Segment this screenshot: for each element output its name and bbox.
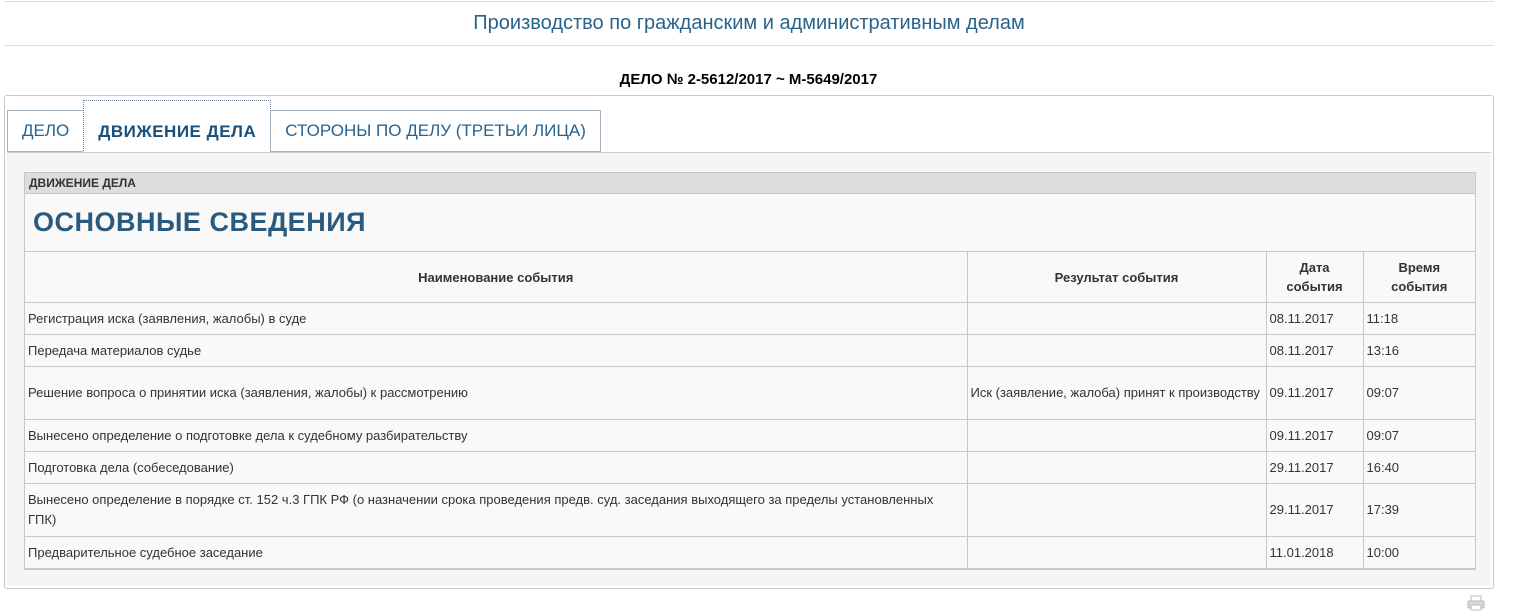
table-row: Вынесено определение в порядке ст. 152 ч… xyxy=(25,483,1475,537)
table-row: Подготовка дела (собеседование) 29.11.20… xyxy=(25,451,1475,484)
case-movement-section: ДВИЖЕНИЕ ДЕЛА ОСНОВНЫЕ СВЕДЕНИЯ Наименов… xyxy=(24,172,1476,570)
table-header-row: Наименование события Результат события Д… xyxy=(25,252,1475,303)
page-title: Производство по гражданским и администра… xyxy=(473,12,1025,34)
column-header-event-time-label: Время события xyxy=(1391,260,1448,294)
event-name-cell: Передача материалов судье xyxy=(25,334,968,367)
event-result-cell xyxy=(966,483,1267,537)
event-time-cell: 09:07 xyxy=(1362,366,1475,420)
tab-case-movement[interactable]: ДВИЖЕНИЕ ДЕЛА xyxy=(83,100,272,153)
event-time-cell: 17:39 xyxy=(1362,483,1475,537)
event-time-cell: 11:18 xyxy=(1362,302,1475,335)
event-time-cell: 09:07 xyxy=(1362,419,1475,452)
table-row: Вынесено определение о подготовке дела к… xyxy=(25,419,1475,452)
print-icon[interactable] xyxy=(1467,595,1485,611)
tab-content: ДВИЖЕНИЕ ДЕЛА ОСНОВНЫЕ СВЕДЕНИЯ Наименов… xyxy=(7,152,1491,586)
column-header-event-result: Результат события xyxy=(966,252,1267,303)
table-row: Передача материалов судье 08.11.2017 13:… xyxy=(25,334,1475,367)
table-row: Решение вопроса о принятии иска (заявлен… xyxy=(25,366,1475,420)
event-result-cell: Иск (заявление, жалоба) принят к произво… xyxy=(966,366,1267,420)
section-bar-label: ДВИЖЕНИЕ ДЕЛА xyxy=(25,173,1475,194)
column-header-event-date-label: Дата события xyxy=(1286,260,1343,294)
event-date-cell: 08.11.2017 xyxy=(1265,334,1364,367)
column-header-event-date: Дата события xyxy=(1265,252,1364,303)
event-name-cell: Решение вопроса о принятии иска (заявлен… xyxy=(25,366,968,420)
section-heading: ОСНОВНЫЕ СВЕДЕНИЯ xyxy=(25,194,1475,252)
page-header: Производство по гражданским и администра… xyxy=(4,1,1494,46)
event-result-cell xyxy=(966,334,1267,367)
event-name-cell: Регистрация иска (заявления, жалобы) в с… xyxy=(25,302,968,335)
events-table: Наименование события Результат события Д… xyxy=(25,252,1475,569)
case-panel: ДЕЛО ДВИЖЕНИЕ ДЕЛА СТОРОНЫ ПО ДЕЛУ (ТРЕТ… xyxy=(4,95,1494,589)
event-name-cell: Предварительное судебное заседание xyxy=(25,536,968,569)
event-date-cell: 09.11.2017 xyxy=(1265,366,1364,420)
event-result-cell xyxy=(966,536,1267,569)
event-time-cell: 13:16 xyxy=(1362,334,1475,367)
event-date-cell: 29.11.2017 xyxy=(1265,483,1364,537)
column-header-event-time: Время события xyxy=(1362,252,1475,303)
event-date-cell: 09.11.2017 xyxy=(1265,419,1364,452)
event-name-cell: Вынесено определение в порядке ст. 152 ч… xyxy=(25,483,968,537)
table-row: Регистрация иска (заявления, жалобы) в с… xyxy=(25,302,1475,335)
event-name-cell: Вынесено определение о подготовке дела к… xyxy=(25,419,968,452)
tab-case[interactable]: ДЕЛО xyxy=(7,110,85,152)
event-date-cell: 29.11.2017 xyxy=(1265,451,1364,484)
event-result-cell xyxy=(966,302,1267,335)
event-date-cell: 11.01.2018 xyxy=(1265,536,1364,569)
event-result-cell xyxy=(966,451,1267,484)
case-number: ДЕЛО № 2-5612/2017 ~ М-5649/2017 xyxy=(619,71,878,88)
event-time-cell: 10:00 xyxy=(1362,536,1475,569)
tab-bar: ДЕЛО ДВИЖЕНИЕ ДЕЛА СТОРОНЫ ПО ДЕЛУ (ТРЕТ… xyxy=(7,100,601,154)
column-header-event-name: Наименование события xyxy=(25,252,968,303)
event-result-cell xyxy=(966,419,1267,452)
event-name-cell: Подготовка дела (собеседование) xyxy=(25,451,968,484)
table-row: Предварительное судебное заседание 11.01… xyxy=(25,536,1475,569)
event-time-cell: 16:40 xyxy=(1362,451,1475,484)
event-date-cell: 08.11.2017 xyxy=(1265,302,1364,335)
tab-parties[interactable]: СТОРОНЫ ПО ДЕЛУ (ТРЕТЬИ ЛИЦА) xyxy=(270,110,601,152)
